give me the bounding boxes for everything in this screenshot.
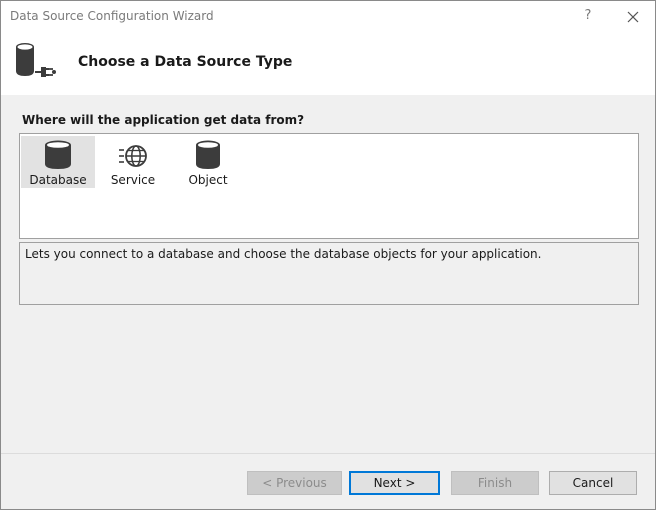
database-connector-icon [16,43,56,77]
web-service-icon [119,145,147,167]
finish-button[interactable]: Finish [451,471,539,495]
footer-divider [1,453,655,454]
type-item-label: Service [110,173,156,187]
close-icon [627,11,639,23]
description-box: Lets you connect to a database and choos… [19,242,639,305]
data-source-type-list: Database Service Object [19,133,639,239]
wizard-dialog: Data Source Configuration Wizard ? Choos… [0,0,656,510]
next-button[interactable]: Next > [349,471,440,495]
page-title: Choose a Data Source Type [78,54,293,70]
title-bar: Data Source Configuration Wizard ? [1,1,655,31]
wizard-header: Choose a Data Source Type [1,31,655,95]
data-source-question: Where will the application get data from… [22,113,305,127]
description-text: Lets you connect to a database and choos… [25,247,542,261]
window-title: Data Source Configuration Wizard [10,9,214,23]
previous-button[interactable]: < Previous [247,471,342,495]
type-item-service[interactable]: Service [96,136,170,188]
object-icon [196,140,220,169]
type-item-label: Object [188,173,228,187]
help-button[interactable]: ? [581,8,595,24]
cancel-button[interactable]: Cancel [549,471,637,495]
database-icon [45,140,71,169]
type-item-object[interactable]: Object [171,136,245,188]
close-button[interactable] [625,9,641,25]
type-item-database[interactable]: Database [21,136,95,188]
type-item-label: Database [29,173,87,187]
